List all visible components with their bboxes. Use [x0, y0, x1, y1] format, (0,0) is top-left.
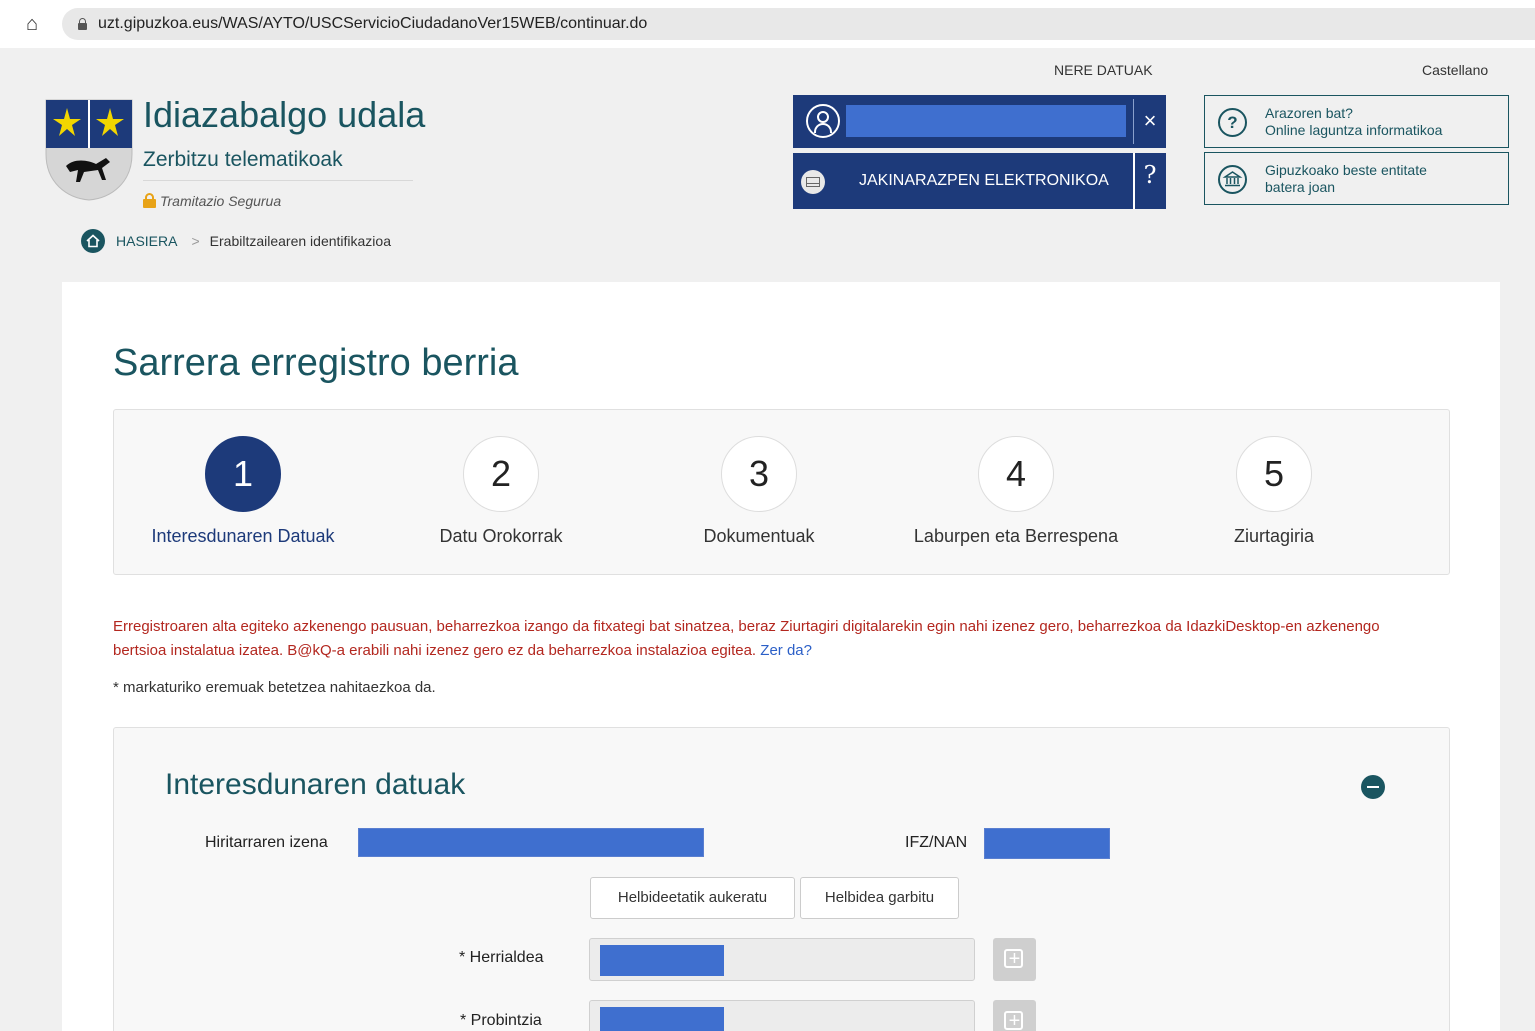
step-1[interactable]: 1 Interesdunaren Datuak [114, 436, 372, 547]
user-session-box: × [793, 95, 1166, 148]
home-icon[interactable] [81, 229, 105, 253]
notifications-label: JAKINARAZPEN ELEKTRONIKOA [859, 172, 1109, 189]
country-add-icon[interactable] [993, 938, 1036, 981]
section-title: Interesdunaren datuak [165, 768, 466, 801]
online-help-line1: Arazoren bat? [1265, 105, 1353, 121]
electronic-notifications-button[interactable]: JAKINARAZPEN ELEKTRONIKOA ? [793, 153, 1166, 209]
required-fields-note: * markaturiko eremuak betetzea nahitaezk… [113, 679, 436, 696]
step-label: Datu Orokorrak [439, 526, 563, 546]
browser-toolbar: ⌂ uzt.gipuzkoa.eus/WAS/AYTO/USCServicioC… [0, 0, 1535, 48]
id-number-value-redacted [984, 828, 1110, 859]
main-content-panel: Sarrera erregistro berria 1 Interesdunar… [62, 282, 1500, 1031]
online-help-line2: Online laguntza informatikoa [1265, 122, 1443, 138]
lock-icon [78, 18, 87, 30]
country-field[interactable] [589, 938, 975, 981]
step-label: Dokumentuak [703, 526, 815, 546]
browser-home-icon[interactable]: ⌂ [20, 12, 44, 36]
user-avatar-icon [806, 104, 840, 138]
logout-close-button[interactable]: × [1135, 106, 1165, 136]
province-label: * Probintzia [460, 1012, 542, 1029]
wizard-steps: 1 Interesdunaren Datuak 2 Datu Orokorrak… [113, 409, 1450, 575]
step-5[interactable]: 5 Ziurtagiria [1145, 436, 1403, 547]
signature-warning: Erregistroaren alta egiteko azkenengo pa… [113, 615, 1433, 663]
other-entity-box[interactable]: Gipuzkoako beste entitate batera joan [1204, 152, 1509, 205]
breadcrumb-separator: > [191, 233, 200, 249]
step-label: Ziurtagiria [1233, 526, 1315, 546]
envelope-icon [801, 170, 825, 194]
step-3[interactable]: 3 Dokumentuak [630, 436, 888, 547]
url-text[interactable]: uzt.gipuzkoa.eus/WAS/AYTO/USCServicioCiu… [98, 15, 647, 33]
step-number: 5 [1236, 436, 1312, 512]
secure-processing-label: Tramitazio Segurua [143, 193, 281, 209]
notifications-divider [1133, 153, 1135, 209]
title-divider [143, 180, 413, 181]
page-title: Sarrera erregistro berria [113, 342, 519, 384]
country-value-redacted [600, 945, 724, 976]
online-help-box[interactable]: ? Arazoren bat? Online laguntza informat… [1204, 95, 1509, 148]
institution-building-icon [1218, 165, 1247, 194]
step-2[interactable]: 2 Datu Orokorrak [372, 436, 630, 547]
secure-text: Tramitazio Segurua [160, 193, 282, 209]
citizen-name-label: Hiritarraren izena [205, 834, 328, 851]
country-label: * Herrialdea [459, 949, 544, 966]
breadcrumb: HASIERA > Erabiltzailearen identifikazio… [81, 229, 391, 253]
padlock-icon [143, 193, 156, 208]
address-bar[interactable]: uzt.gipuzkoa.eus/WAS/AYTO/USCServicioCiu… [62, 8, 1535, 40]
province-value-redacted [600, 1007, 724, 1031]
user-name-redacted [846, 105, 1126, 137]
step-4[interactable]: 4 Laburpen eta Berrespena [887, 436, 1145, 547]
step-number: 3 [721, 436, 797, 512]
breadcrumb-home[interactable]: HASIERA [116, 233, 177, 249]
notifications-help-button[interactable]: ? [1136, 161, 1164, 191]
collapse-section-button[interactable] [1361, 775, 1385, 799]
site-subtitle: Zerbitzu telematikoak [143, 148, 343, 171]
step-number: 2 [463, 436, 539, 512]
other-entity-line2: batera joan [1265, 179, 1336, 195]
municipality-coat-of-arms[interactable] [44, 98, 134, 202]
citizen-name-value-redacted [358, 828, 704, 857]
applicant-data-section: Interesdunaren datuak Hiritarraren izena… [113, 727, 1450, 1031]
breadcrumb-current: Erabiltzailearen identifikazioa [209, 233, 391, 249]
language-link[interactable]: Castellano [1422, 62, 1488, 78]
my-data-link[interactable]: NERE DATUAK [1054, 62, 1153, 78]
online-help-text: Arazoren bat? Online laguntza informatik… [1265, 105, 1442, 139]
step-label: Interesdunaren Datuak [151, 526, 335, 546]
step-number: 4 [978, 436, 1054, 512]
clear-address-button[interactable]: Helbidea garbitu [800, 877, 959, 919]
other-entity-line1: Gipuzkoako beste entitate [1265, 162, 1427, 178]
question-icon: ? [1218, 108, 1247, 137]
what-is-it-link[interactable]: Zer da? [760, 642, 812, 659]
site-title[interactable]: Idiazabalgo udala [143, 94, 425, 136]
step-number: 1 [205, 436, 281, 512]
other-entity-text: Gipuzkoako beste entitate batera joan [1265, 162, 1427, 196]
user-box-divider [1133, 99, 1134, 144]
warning-message: Erregistroaren alta egiteko azkenengo pa… [113, 618, 1380, 659]
id-number-label: IFZ/NAN [905, 834, 968, 851]
province-add-icon[interactable] [993, 1000, 1036, 1031]
province-field[interactable] [589, 1000, 975, 1031]
choose-address-button[interactable]: Helbideetatik aukeratu [590, 877, 795, 919]
step-label: Laburpen eta Berrespena [913, 526, 1119, 546]
